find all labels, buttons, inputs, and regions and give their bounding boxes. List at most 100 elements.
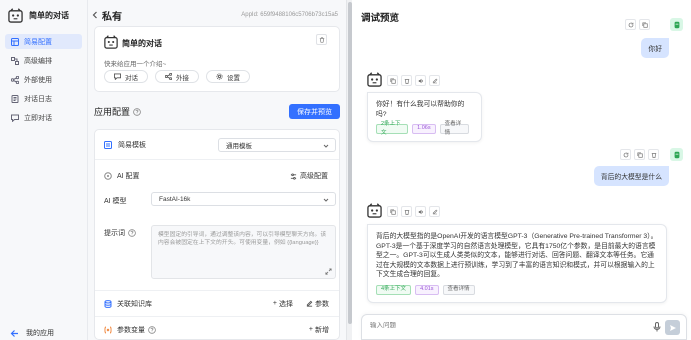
details-tag[interactable]: 查看详情 — [439, 121, 469, 136]
user-avatar — [670, 18, 683, 31]
edit-button[interactable] — [429, 75, 440, 86]
help-icon[interactable] — [128, 229, 136, 237]
template-icon — [104, 140, 112, 149]
template-select[interactable]: 通用模板 — [218, 138, 336, 152]
add-variable-label: 新增 — [315, 326, 329, 334]
user-message-bubble: 你好 — [641, 38, 669, 58]
delete-button[interactable] — [648, 149, 659, 160]
message-tags: 4条上下文 4.01s 查看详情 — [376, 284, 658, 295]
trash-icon — [404, 209, 409, 215]
time-tag: 4.01s — [415, 284, 439, 295]
copy-icon — [641, 21, 648, 28]
config-column: 私有 AppId: 659f9488106c5706b73c15a5 简单的对话… — [89, 0, 346, 340]
chevron-left-icon[interactable] — [91, 11, 99, 19]
sidebar-item-chat-now[interactable]: 立即对话 — [5, 110, 82, 125]
trash-icon — [319, 36, 324, 43]
chat-input-bar — [361, 314, 687, 340]
context-tag[interactable]: 2条上下文 — [376, 121, 409, 136]
model-select[interactable]: FastAI-16k — [151, 192, 336, 206]
message-text: 背后的大模型是什么 — [600, 174, 662, 181]
user-message-bubble: 背后的大模型是什么 — [593, 166, 669, 186]
bot-avatar-icon — [367, 72, 382, 87]
prompt-label-group: 提示词 — [104, 228, 136, 238]
bot-avatar-icon — [367, 203, 382, 218]
template-select-value: 通用模板 — [226, 143, 252, 150]
edit-icon — [432, 209, 437, 214]
advanced-config-label: 高级配置 — [300, 173, 328, 180]
user-avatar — [670, 148, 683, 161]
sidebar-item-label: 高级编排 — [24, 57, 52, 65]
database-icon — [104, 299, 112, 308]
context-tag[interactable]: 4条上下文 — [376, 284, 412, 295]
app-intro[interactable]: 快来给应用一个介绍~ — [104, 58, 166, 68]
knowledge-base-row: 关联知识库 + 选择 参数 — [95, 290, 339, 316]
chat-preview: 调试预览 你好 你好！有什么我可以帮助你的吗? 2条上下文 1.06s 查看详情 — [352, 0, 691, 340]
refresh-button[interactable] — [625, 19, 636, 30]
app-title: 简单的对话 — [29, 10, 69, 20]
section-title: 应用配置 — [94, 107, 131, 117]
message-text: 背后的大模型指的是OpenAI开发的语言模型GPT-3（Generative P… — [376, 233, 658, 278]
chevron-down-icon — [323, 144, 329, 148]
help-icon[interactable] — [133, 107, 141, 116]
sidebar-item-chat-log[interactable]: 对话日志 — [5, 91, 82, 106]
copy-button[interactable] — [639, 19, 650, 30]
flow-icon — [11, 56, 19, 65]
refresh-button[interactable] — [620, 149, 631, 160]
chat-input[interactable] — [370, 322, 640, 329]
chevron-down-icon — [323, 198, 329, 202]
config-section-header: 应用配置 保存并预览 — [94, 104, 340, 119]
user-icon — [674, 21, 679, 28]
sidebar-item-simple-config[interactable]: 简易配置 — [5, 34, 82, 49]
app-avatar-icon — [104, 35, 118, 49]
chat-chip-button[interactable]: 对话 — [104, 70, 148, 83]
my-apps-link[interactable]: 我的应用 — [0, 326, 88, 340]
app-header: 简单的对话 — [0, 0, 87, 30]
sidebar-item-advanced[interactable]: 高级编排 — [5, 53, 82, 68]
delete-button[interactable] — [401, 75, 412, 86]
app-id: AppId: 659f9488106c5706b73c15a5 — [241, 12, 338, 18]
external-chip-button[interactable]: 外接 — [155, 70, 199, 83]
details-tag[interactable]: 查看详情 — [442, 284, 475, 295]
prompt-placeholder: 模型固定的引导词，通过调整该内容，可以引导模型聊天方向。该内容会被固定在上下文的… — [158, 232, 327, 246]
kb-params-button[interactable]: 参数 — [306, 299, 329, 309]
edit-button[interactable] — [429, 206, 440, 217]
speak-button[interactable] — [415, 75, 426, 86]
app-actions: 对话 外接 设置 — [104, 70, 257, 83]
save-preview-button[interactable]: 保存并预览 — [289, 104, 340, 119]
delete-button[interactable] — [401, 206, 412, 217]
send-icon — [669, 324, 676, 331]
bot-message-bubble: 背后的大模型指的是OpenAI开发的语言模型GPT-3（Generative P… — [367, 224, 667, 303]
speak-button[interactable] — [415, 206, 426, 217]
speaker-icon — [418, 209, 423, 214]
help-icon[interactable] — [148, 325, 156, 334]
microphone-icon[interactable] — [653, 322, 661, 332]
sidebar-item-label: 外部使用 — [24, 76, 52, 84]
chip-label: 设置 — [227, 74, 240, 82]
advanced-config-button[interactable]: 高级配置 — [290, 171, 328, 181]
sidebar-nav: 简单的对话 简易配置 高级编排 外部使用 对话日志 立即对话 我的应用 — [0, 0, 88, 340]
ai-config-header: AI 配置 — [104, 171, 140, 181]
app-logo — [8, 7, 23, 23]
copy-button[interactable] — [634, 149, 645, 160]
edit-icon — [306, 300, 313, 307]
variables-title: 参数变量 — [117, 326, 145, 334]
expand-icon[interactable] — [325, 268, 332, 275]
app-info-card: 简单的对话 快来给应用一个介绍~ 对话 外接 设置 — [94, 26, 340, 92]
sidebar-item-label: 对话日志 — [24, 95, 52, 103]
sidebar-item-external[interactable]: 外部使用 — [5, 72, 82, 87]
knowledge-base-title: 关联知识库 — [117, 300, 152, 308]
copy-button[interactable] — [387, 75, 398, 86]
chat-bubble-icon — [11, 114, 19, 122]
edit-icon — [432, 78, 437, 83]
arrow-left-icon — [10, 329, 18, 337]
chip-label: 对话 — [125, 74, 138, 82]
page-title: 私有 — [102, 11, 122, 23]
prompt-textarea[interactable]: 模型固定的引导词，通过调整该内容，可以引导模型聊天方向。该内容会被固定在上下文的… — [151, 225, 336, 279]
delete-app-button[interactable] — [316, 34, 327, 45]
kb-select-button[interactable]: + 选择 — [273, 299, 293, 309]
copy-icon — [389, 77, 396, 84]
settings-chip-button[interactable]: 设置 — [206, 70, 250, 83]
add-variable-button[interactable]: + 新增 — [309, 325, 329, 335]
copy-button[interactable] — [387, 206, 398, 217]
send-button[interactable] — [665, 320, 680, 335]
